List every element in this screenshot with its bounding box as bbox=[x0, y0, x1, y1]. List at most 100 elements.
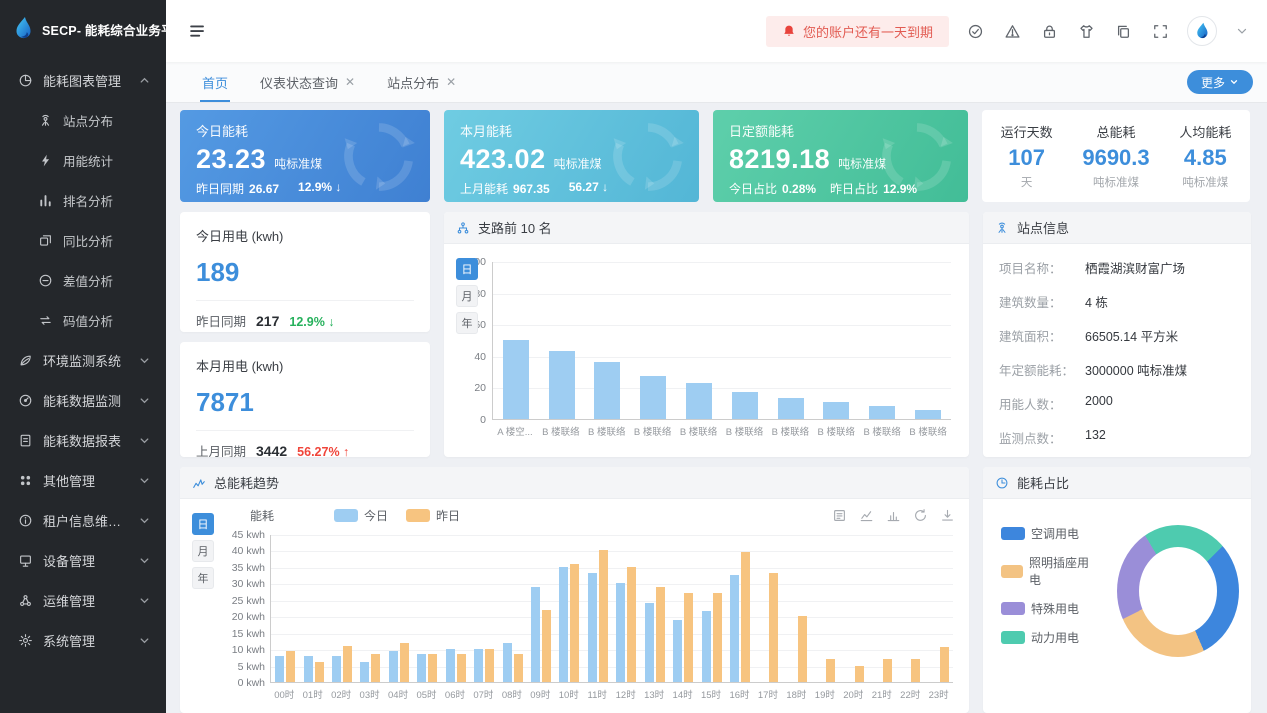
trend-bar-今日[interactable] bbox=[474, 649, 483, 682]
trend-bar-今日[interactable] bbox=[559, 567, 568, 682]
tab-1[interactable]: 仪表状态查询✕ bbox=[244, 62, 371, 102]
ratio-legend-动力用电[interactable]: 动力用电 bbox=[1001, 629, 1095, 646]
trend-bar-今日[interactable] bbox=[645, 603, 654, 682]
trend-bar-昨日[interactable] bbox=[599, 550, 608, 682]
data-view-icon[interactable] bbox=[832, 508, 847, 523]
branch-bar[interactable] bbox=[594, 362, 620, 419]
trend-bar-昨日[interactable] bbox=[911, 659, 920, 682]
theme-icon[interactable] bbox=[1078, 23, 1095, 40]
refresh-icon[interactable] bbox=[913, 508, 928, 523]
ratio-legend-照明插座用电[interactable]: 照明插座用电 bbox=[1001, 554, 1095, 588]
trend-bar-昨日[interactable] bbox=[286, 651, 295, 682]
device-icon bbox=[18, 553, 33, 568]
trend-bar-昨日[interactable] bbox=[343, 646, 352, 682]
trend-bar-今日[interactable] bbox=[275, 656, 284, 682]
branch-period-月[interactable]: 月 bbox=[456, 285, 478, 307]
user-menu-chevron-icon[interactable] bbox=[1235, 24, 1249, 38]
trend-bar-昨日[interactable] bbox=[371, 654, 380, 682]
trend-bar-昨日[interactable] bbox=[656, 587, 665, 682]
warning-icon[interactable] bbox=[1004, 23, 1021, 40]
sidebar-item-1[interactable]: 环境监测系统 bbox=[0, 340, 166, 380]
copy-icon[interactable] bbox=[1115, 23, 1132, 40]
trend-period-年[interactable]: 年 bbox=[192, 567, 214, 589]
trend-bar-昨日[interactable] bbox=[769, 573, 778, 682]
sidebar-item-6[interactable]: 设备管理 bbox=[0, 540, 166, 580]
sidebar-item-5[interactable]: 租户信息维护管理 bbox=[0, 500, 166, 540]
branch-bar[interactable] bbox=[869, 406, 895, 419]
bar-chart-icon[interactable] bbox=[886, 508, 901, 523]
trend-bar-今日[interactable] bbox=[417, 654, 426, 682]
branch-bar[interactable] bbox=[915, 410, 941, 419]
trend-bar-昨日[interactable] bbox=[400, 643, 409, 682]
trend-bar-今日[interactable] bbox=[702, 611, 711, 682]
sidebar-subitem-4[interactable]: 差值分析 bbox=[0, 260, 166, 300]
branch-bar[interactable] bbox=[549, 351, 575, 419]
trend-bar-今日[interactable] bbox=[730, 575, 739, 682]
trend-bar-昨日[interactable] bbox=[514, 654, 523, 682]
trend-bar-昨日[interactable] bbox=[741, 552, 750, 682]
trend-bar-今日[interactable] bbox=[588, 573, 597, 682]
tab-close-icon[interactable]: ✕ bbox=[446, 75, 456, 89]
trend-bar-昨日[interactable] bbox=[457, 654, 466, 682]
trend-legend-昨日[interactable]: 昨日 bbox=[406, 507, 460, 524]
fullscreen-icon[interactable] bbox=[1152, 23, 1169, 40]
sidebar-subitem-3[interactable]: 同比分析 bbox=[0, 220, 166, 260]
trend-bar-昨日[interactable] bbox=[485, 649, 494, 682]
trend-bar-昨日[interactable] bbox=[315, 662, 324, 682]
sidebar-subitem-2[interactable]: 排名分析 bbox=[0, 180, 166, 220]
avatar[interactable] bbox=[1187, 16, 1217, 46]
branch-period-日[interactable]: 日 bbox=[456, 258, 478, 280]
more-tabs-button[interactable]: 更多 bbox=[1187, 70, 1253, 94]
trend-bar-昨日[interactable] bbox=[627, 567, 636, 682]
trend-legend-今日[interactable]: 今日 bbox=[334, 507, 388, 524]
tab-close-icon[interactable]: ✕ bbox=[345, 75, 355, 89]
sidebar-item-3[interactable]: 能耗数据报表 bbox=[0, 420, 166, 460]
trend-bar-今日[interactable] bbox=[531, 587, 540, 682]
sidebar-item-8[interactable]: 系统管理 bbox=[0, 620, 166, 660]
trend-bar-昨日[interactable] bbox=[798, 616, 807, 682]
sidebar-item-0[interactable]: 能耗图表管理 bbox=[0, 60, 166, 100]
trend-period-日[interactable]: 日 bbox=[192, 513, 214, 535]
tab-2[interactable]: 站点分布✕ bbox=[371, 62, 472, 102]
sidebar-item-4[interactable]: 其他管理 bbox=[0, 460, 166, 500]
trend-bar-今日[interactable] bbox=[332, 656, 341, 682]
sidebar-subitem-5[interactable]: 码值分析 bbox=[0, 300, 166, 340]
check-circle-icon[interactable] bbox=[967, 23, 984, 40]
trend-bar-昨日[interactable] bbox=[684, 593, 693, 682]
trend-bar-昨日[interactable] bbox=[883, 659, 892, 682]
trend-bar-今日[interactable] bbox=[389, 651, 398, 682]
trend-bar-今日[interactable] bbox=[503, 643, 512, 682]
account-expiry-notice[interactable]: 您的账户还有一天到期 bbox=[766, 16, 949, 47]
trend-bar-今日[interactable] bbox=[616, 583, 625, 682]
sidebar-subitem-0[interactable]: 站点分布 bbox=[0, 100, 166, 140]
trend-bar-昨日[interactable] bbox=[940, 647, 949, 682]
branch-bar[interactable] bbox=[503, 340, 529, 419]
download-icon[interactable] bbox=[940, 508, 955, 523]
trend-bar-昨日[interactable] bbox=[713, 593, 722, 682]
trend-bar-昨日[interactable] bbox=[570, 564, 579, 682]
trend-bar-昨日[interactable] bbox=[428, 654, 437, 682]
lock-icon[interactable] bbox=[1041, 23, 1058, 40]
branch-period-年[interactable]: 年 bbox=[456, 312, 478, 334]
sidebar-item-7[interactable]: 运维管理 bbox=[0, 580, 166, 620]
trend-bar-今日[interactable] bbox=[446, 649, 455, 682]
ratio-legend-空调用电[interactable]: 空调用电 bbox=[1001, 525, 1095, 542]
branch-bar[interactable] bbox=[778, 398, 804, 419]
branch-bar[interactable] bbox=[823, 402, 849, 419]
branch-bar[interactable] bbox=[732, 392, 758, 419]
trend-bar-今日[interactable] bbox=[304, 656, 313, 682]
tab-0[interactable]: 首页 bbox=[186, 62, 244, 102]
trend-bar-昨日[interactable] bbox=[542, 610, 551, 682]
trend-bar-今日[interactable] bbox=[360, 662, 369, 682]
line-chart-icon[interactable] bbox=[859, 508, 874, 523]
branch-bar[interactable] bbox=[686, 383, 712, 419]
trend-bar-昨日[interactable] bbox=[826, 659, 835, 682]
trend-bar-昨日[interactable] bbox=[855, 666, 864, 682]
sidebar-subitem-1[interactable]: 用能统计 bbox=[0, 140, 166, 180]
collapse-menu-icon[interactable] bbox=[188, 21, 208, 41]
trend-bar-今日[interactable] bbox=[673, 620, 682, 682]
sidebar-item-2[interactable]: 能耗数据监测 bbox=[0, 380, 166, 420]
trend-period-月[interactable]: 月 bbox=[192, 540, 214, 562]
branch-bar[interactable] bbox=[640, 376, 666, 419]
ratio-legend-特殊用电[interactable]: 特殊用电 bbox=[1001, 600, 1095, 617]
